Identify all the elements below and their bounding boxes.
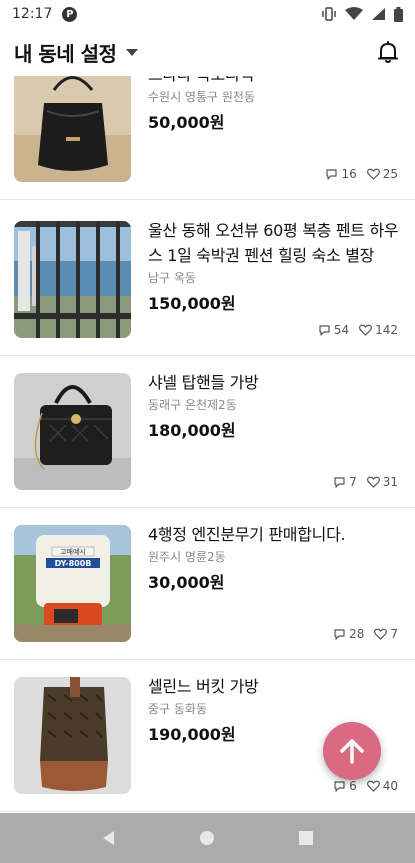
item-stats: 6 40 (333, 779, 398, 793)
product-list[interactable]: 프라다 복조리백 수원시 영통구 원천동 50,000원 16 25 (0, 76, 415, 813)
chat-icon (319, 324, 330, 336)
heart-icon (374, 628, 388, 640)
home-icon[interactable] (198, 829, 216, 847)
heart-icon (359, 324, 373, 336)
recents-icon[interactable] (297, 829, 315, 847)
heart-icon (366, 168, 380, 180)
product-location: 수원시 영통구 원천동 (148, 90, 255, 104)
system-nav-bar (0, 813, 415, 863)
chat-icon (334, 628, 345, 640)
heart-icon (366, 780, 380, 792)
chat-count: 16 (341, 167, 357, 181)
chat-count: 7 (349, 475, 357, 489)
chat-icon (334, 780, 345, 792)
item-stats: 54 142 (318, 323, 398, 337)
list-item[interactable]: 고매예시 DY-800B 4행정 엔진분무기 판매합니다. 원주시 명륜2동 3… (0, 508, 415, 660)
item-stats: 16 25 (325, 167, 398, 181)
wifi-icon (345, 7, 363, 20)
heart-icon (366, 476, 380, 488)
product-title: 프라다 복조리백 (148, 76, 400, 87)
chat-icon (334, 476, 345, 488)
product-thumbnail: 고매예시 DY-800B (14, 525, 131, 642)
scroll-to-top-button[interactable] (323, 722, 381, 780)
product-location: 원주시 명륜2동 (148, 550, 226, 564)
like-count: 25 (382, 167, 398, 181)
item-stats: 28 7 (333, 627, 398, 641)
like-count: 40 (382, 779, 398, 793)
product-title: 울산 동해 오션뷰 60평 복층 펜트 하우스 1일 숙박권 펜션 힐링 숙소 … (148, 221, 399, 265)
chat-icon (326, 168, 338, 180)
like-count: 7 (390, 627, 398, 641)
list-item[interactable]: 프라다 복조리백 수원시 영통구 원천동 50,000원 16 25 (0, 76, 415, 200)
arrow-up-icon (340, 739, 364, 764)
product-thumbnail (14, 76, 131, 182)
product-thumbnail (14, 221, 131, 338)
like-count: 142 (375, 323, 398, 337)
location-selector-title[interactable]: 내 동네 설정 (14, 38, 117, 67)
chevron-down-icon[interactable] (126, 48, 139, 56)
product-location: 중구 동화동 (148, 702, 208, 716)
vibrate-icon (322, 7, 336, 21)
like-count: 31 (382, 475, 398, 489)
chat-count: 54 (333, 323, 350, 337)
product-price: 180,000원 (148, 421, 236, 440)
battery-icon (394, 6, 403, 22)
chat-count: 6 (349, 779, 357, 793)
product-thumbnail (14, 373, 131, 490)
product-thumbnail (14, 677, 131, 794)
status-bar: 12:17 P (0, 0, 415, 28)
bell-icon[interactable] (375, 39, 401, 65)
sprayer-label-line1: 고매예시 (60, 547, 86, 556)
product-price: 150,000원 (148, 294, 236, 313)
product-title: 셀린느 버킷 가방 (148, 677, 259, 696)
status-time: 12:17 (12, 6, 53, 22)
product-title: 4행정 엔진분무기 판매합니다. (148, 525, 346, 544)
list-item[interactable]: 울산 동해 오션뷰 60평 복층 펜트 하우스 1일 숙박권 펜션 힐링 숙소 … (0, 204, 415, 356)
back-icon[interactable] (100, 829, 118, 847)
sprayer-label-line2: DY-800B (55, 559, 92, 568)
app-header: 내 동네 설정 (0, 28, 415, 76)
app-notification-icon: P (62, 6, 78, 22)
list-item[interactable]: 샤넬 탑핸들 가방 동래구 온천제2동 180,000원 7 31 (0, 356, 415, 508)
chat-count: 28 (349, 627, 365, 641)
product-title: 샤넬 탑핸들 가방 (148, 373, 259, 392)
product-price: 50,000원 (148, 113, 225, 132)
product-location: 남구 옥동 (148, 271, 196, 285)
item-stats: 7 31 (333, 475, 398, 489)
product-location: 동래구 온천제2동 (148, 398, 237, 412)
signal-icon (372, 8, 385, 20)
product-price: 30,000원 (148, 573, 225, 592)
